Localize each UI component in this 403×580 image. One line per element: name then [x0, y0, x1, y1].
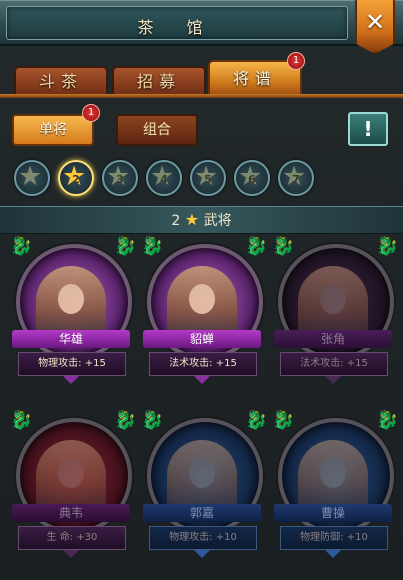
dragon-ornament-icon: 🐉 [141, 236, 164, 257]
general-stat: 法术攻击: +15 [149, 352, 257, 376]
close-icon: ✕ [364, 8, 386, 36]
general-name: 郭嘉 [143, 504, 261, 522]
general-name: 曹操 [274, 504, 392, 522]
star-level-number: 5 [204, 173, 212, 186]
expand-arrow-icon [63, 550, 79, 558]
star-icon: ★ [18, 161, 43, 192]
info-button[interactable]: ! [348, 112, 388, 146]
dragon-ornament-icon: 🐉 [272, 410, 295, 431]
title-bar: 茶 馆 [0, 0, 403, 46]
general-card-dianwei[interactable]: 🐉 🐉 典韦 生 命: +30 [10, 410, 137, 570]
general-name: 张角 [274, 330, 392, 348]
expand-arrow-icon [325, 550, 341, 558]
tab-rail [0, 94, 403, 98]
dragon-ornament-icon: 🐉 [245, 236, 268, 257]
dragon-ornament-icon: 🐉 [10, 410, 33, 431]
tea-house-window: 茶 馆 ✕ 斗茶 招募 将谱 1 单将 1 组合 ! ★ ★ 2 ★ 3 ★ 4… [0, 0, 403, 580]
general-stat: 法术攻击: +15 [280, 352, 388, 376]
star-level-number: 3 [116, 173, 124, 186]
general-card-guojia[interactable]: 🐉 🐉 郭嘉 物理攻击: +10 [141, 410, 268, 570]
close-button[interactable]: ✕ [355, 0, 395, 54]
dragon-ornament-icon: 🐉 [272, 236, 295, 257]
general-name: 貂蝉 [143, 330, 261, 348]
star-level-5[interactable]: ★ 5 [190, 160, 226, 196]
tab-tea-fight[interactable]: 斗茶 [14, 66, 108, 96]
dragon-ornament-icon: 🐉 [376, 236, 399, 257]
star-level-3[interactable]: ★ 3 [102, 160, 138, 196]
star-icon: ★ [184, 210, 200, 229]
window-title: 茶 馆 [137, 18, 217, 37]
expand-arrow-icon [194, 550, 210, 558]
star-level-number: 6 [248, 173, 256, 186]
dragon-ornament-icon: 🐉 [114, 410, 137, 431]
single-general-badge: 1 [82, 104, 100, 122]
general-stat: 物理攻击: +15 [18, 352, 126, 376]
star-level-7[interactable]: ★ 7 [278, 160, 314, 196]
dragon-ornament-icon: 🐉 [245, 410, 268, 431]
star-level-1[interactable]: ★ [14, 160, 50, 196]
star-level-4[interactable]: ★ 4 [146, 160, 182, 196]
section-star-count: 2 [171, 213, 181, 229]
section-title: 武将 [203, 213, 232, 229]
main-tabs: 斗茶 招募 将谱 1 [0, 52, 403, 98]
dragon-ornament-icon: 🐉 [10, 236, 33, 257]
star-level-6[interactable]: ★ 6 [234, 160, 270, 196]
combination-button[interactable]: 组合 [116, 114, 198, 146]
general-card-zhangjiao[interactable]: 🐉 🐉 张角 法术攻击: +15 [272, 236, 399, 396]
single-general-button[interactable]: 单将 [12, 114, 94, 146]
star-level-number: 4 [160, 173, 168, 186]
tab-recruit[interactable]: 招募 [112, 66, 206, 96]
general-card-diaochan[interactable]: 🐉 🐉 貂蝉 法术攻击: +15 [141, 236, 268, 396]
star-level-number: 2 [72, 173, 80, 186]
star-level-number: 7 [292, 173, 300, 186]
general-name: 典韦 [12, 504, 130, 522]
expand-arrow-icon [325, 376, 341, 384]
star-level-2[interactable]: ★ 2 [58, 160, 94, 196]
dragon-ornament-icon: 🐉 [114, 236, 137, 257]
general-card-huaxiong[interactable]: 🐉 🐉 华雄 物理攻击: +15 [10, 236, 137, 396]
general-name: 华雄 [12, 330, 130, 348]
expand-arrow-icon [63, 376, 79, 384]
general-stat: 生 命: +30 [18, 526, 126, 550]
general-stat: 物理攻击: +10 [149, 526, 257, 550]
tab-badge: 1 [287, 52, 305, 70]
dragon-ornament-icon: 🐉 [376, 410, 399, 431]
general-stat: 物理防御: +10 [280, 526, 388, 550]
title-plate: 茶 馆 [6, 6, 348, 40]
dragon-ornament-icon: 🐉 [141, 410, 164, 431]
general-card-caocao[interactable]: 🐉 🐉 曹操 物理防御: +10 [272, 410, 399, 570]
section-header: 2 ★ 武将 [0, 206, 403, 234]
expand-arrow-icon [194, 376, 210, 384]
